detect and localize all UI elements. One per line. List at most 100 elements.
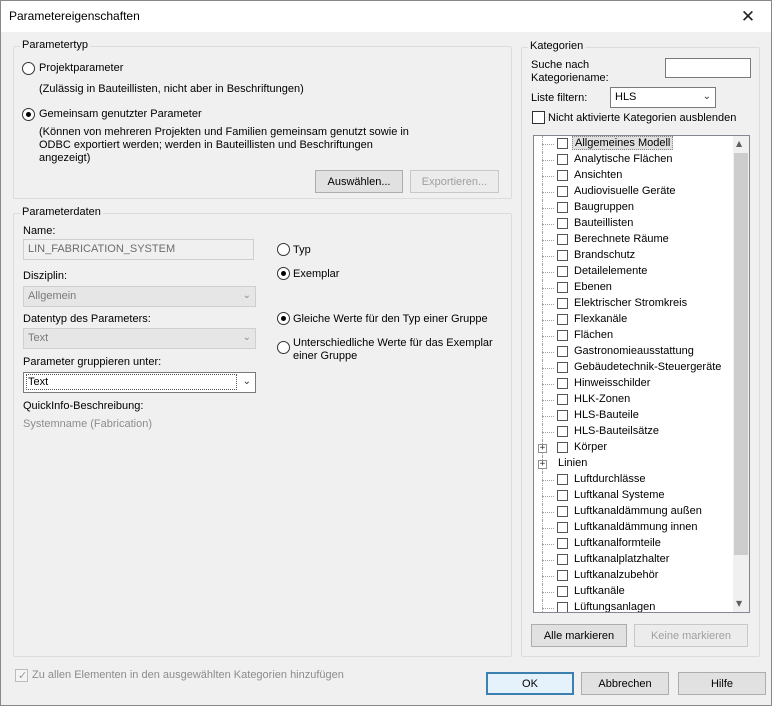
tree-item[interactable]: Ansichten <box>534 168 734 184</box>
tree-item-checkbox[interactable] <box>557 474 568 485</box>
datentyp-dropdown[interactable]: Text ⌄ <box>23 328 256 349</box>
tree-item-checkbox[interactable] <box>557 314 568 325</box>
tree-item-checkbox[interactable] <box>557 218 568 229</box>
tree-item[interactable]: Analytische Flächen <box>534 152 734 168</box>
scroll-up-icon[interactable]: ▲ <box>736 139 742 148</box>
scrollbar-thumb[interactable] <box>734 153 748 555</box>
tree-item[interactable]: Flächen <box>534 328 734 344</box>
hide-inactive-label[interactable]: Nicht aktivierte Kategorien ausblenden <box>548 112 736 124</box>
tree-item[interactable]: Luftkanaldämmung außen <box>534 504 734 520</box>
scroll-down-icon[interactable]: ▼ <box>736 599 742 608</box>
tree-item[interactable]: Audiovisuelle Geräte <box>534 184 734 200</box>
tree-item[interactable]: Luftkanal Systeme <box>534 488 734 504</box>
tree-item[interactable]: Bauteillisten <box>534 216 734 232</box>
tree-item-checkbox[interactable] <box>557 538 568 549</box>
tree-item-checkbox[interactable] <box>557 330 568 341</box>
tree-item-checkbox[interactable] <box>557 266 568 277</box>
tree-item[interactable]: HLK-Zonen <box>534 392 734 408</box>
tree-item-checkbox[interactable] <box>557 602 568 612</box>
tree-item[interactable]: Allgemeines Modell <box>534 136 734 152</box>
tree-item[interactable]: Luftkanalzubehör <box>534 568 734 584</box>
kategorie-search-input[interactable] <box>665 58 751 78</box>
tree-item-label: Luftkanäle <box>574 585 625 597</box>
tree-item-checkbox[interactable] <box>557 442 568 453</box>
filter-dropdown[interactable]: HLS ⌄ <box>610 87 716 108</box>
tree-item-checkbox[interactable] <box>557 362 568 373</box>
tree-item-checkbox[interactable] <box>557 490 568 501</box>
expand-icon[interactable]: + <box>538 444 547 453</box>
tree-scrollbar[interactable]: ▲ ▼ <box>733 136 749 612</box>
tree-item[interactable]: HLS-Bauteile <box>534 408 734 424</box>
alle-markieren-button[interactable]: Alle markieren <box>531 624 627 647</box>
tree-item-checkbox[interactable] <box>557 186 568 197</box>
tree-item-checkbox[interactable] <box>557 138 568 149</box>
gruppieren-dropdown[interactable]: Text ⌄ <box>23 372 256 393</box>
unterschiedliche-werte-label-2[interactable]: einer Gruppe <box>293 350 357 362</box>
tree-item[interactable]: Lüftungsanlagen <box>534 600 734 612</box>
kategorie-tree[interactable]: Allgemeines Modell Analytische Flächen Ans… <box>533 135 750 613</box>
unterschiedliche-werte-label-1[interactable]: Unterschiedliche Werte für das Exemplar <box>293 337 493 349</box>
tree-item-checkbox[interactable] <box>557 554 568 565</box>
disziplin-dropdown[interactable]: Allgemein ⌄ <box>23 286 256 307</box>
tree-item[interactable]: Elektrischer Stromkreis <box>534 296 734 312</box>
tree-item[interactable]: Brandschutz <box>534 248 734 264</box>
tree-item[interactable]: Berechnete Räume <box>534 232 734 248</box>
tree-item-checkbox[interactable] <box>557 234 568 245</box>
tree-item[interactable]: Luftkanaldämmung innen <box>534 520 734 536</box>
ok-button[interactable]: OK <box>486 672 574 695</box>
tree-item-checkbox[interactable] <box>557 170 568 181</box>
tree-item[interactable]: + Körper <box>534 440 734 456</box>
tree-item-checkbox[interactable] <box>557 202 568 213</box>
tree-item[interactable]: Gebäudetechnik-Steuergeräte <box>534 360 734 376</box>
exportieren-button[interactable]: Exportieren... <box>410 170 499 193</box>
tree-item-checkbox[interactable] <box>557 586 568 597</box>
name-field[interactable]: LIN_FABRICATION_SYSTEM <box>23 239 254 260</box>
tree-item-checkbox[interactable] <box>557 570 568 581</box>
tree-item-checkbox[interactable] <box>557 282 568 293</box>
suche-label-1: Suche nach <box>531 59 590 71</box>
tree-item-checkbox[interactable] <box>557 506 568 517</box>
tree-item-checkbox[interactable] <box>557 154 568 165</box>
abbrechen-button[interactable]: Abbrechen <box>581 672 669 695</box>
exemplar-radio[interactable] <box>277 267 290 280</box>
tree-item[interactable]: HLS-Bauteilsätze <box>534 424 734 440</box>
tree-item-checkbox[interactable] <box>557 250 568 261</box>
keine-markieren-button[interactable]: Keine markieren <box>634 624 748 647</box>
hilfe-button[interactable]: Hilfe <box>678 672 766 695</box>
gemeinsam-parameter-label[interactable]: Gemeinsam genutzter Parameter <box>39 108 202 120</box>
tree-item-checkbox[interactable] <box>557 298 568 309</box>
gleiche-werte-radio[interactable] <box>277 312 290 325</box>
tree-item[interactable]: Luftkanalformteile <box>534 536 734 552</box>
tree-item[interactable]: Luftkanalplatzhalter <box>534 552 734 568</box>
tree-item-checkbox[interactable] <box>557 410 568 421</box>
tree-item[interactable]: Detailelemente <box>534 264 734 280</box>
parameterdaten-group-title: Parameterdaten <box>20 206 103 218</box>
gleiche-werte-label[interactable]: Gleiche Werte für den Typ einer Gruppe <box>293 313 488 325</box>
tree-item[interactable]: Flexkanäle <box>534 312 734 328</box>
typ-label[interactable]: Typ <box>293 244 311 256</box>
hide-inactive-checkbox[interactable] <box>532 111 545 124</box>
expand-icon[interactable]: + <box>538 460 547 469</box>
add-all-label[interactable]: Zu allen Elementen in den ausgewählten K… <box>32 669 344 681</box>
tree-item-checkbox[interactable] <box>557 346 568 357</box>
tree-item[interactable]: Luftkanäle <box>534 584 734 600</box>
close-button[interactable]: ✕ <box>725 1 771 32</box>
tree-item[interactable]: Hinweisschilder <box>534 376 734 392</box>
projektparameter-radio[interactable] <box>22 62 35 75</box>
tree-item-checkbox[interactable] <box>557 394 568 405</box>
gemeinsam-parameter-radio[interactable] <box>22 108 35 121</box>
exemplar-label[interactable]: Exemplar <box>293 268 339 280</box>
projektparameter-label[interactable]: Projektparameter <box>39 62 123 74</box>
typ-radio[interactable] <box>277 243 290 256</box>
tree-item[interactable]: Ebenen <box>534 280 734 296</box>
tree-item[interactable]: Baugruppen <box>534 200 734 216</box>
tree-item[interactable]: Gastronomieausstattung <box>534 344 734 360</box>
unterschiedliche-werte-radio[interactable] <box>277 341 290 354</box>
add-all-checkbox[interactable]: ✓ <box>15 669 28 682</box>
auswaehlen-button[interactable]: Auswählen... <box>315 170 403 193</box>
tree-item[interactable]: Luftdurchlässe <box>534 472 734 488</box>
tree-item-checkbox[interactable] <box>557 522 568 533</box>
tree-item-checkbox[interactable] <box>557 426 568 437</box>
tree-item[interactable]: + Linien <box>534 456 734 472</box>
tree-item-checkbox[interactable] <box>557 378 568 389</box>
